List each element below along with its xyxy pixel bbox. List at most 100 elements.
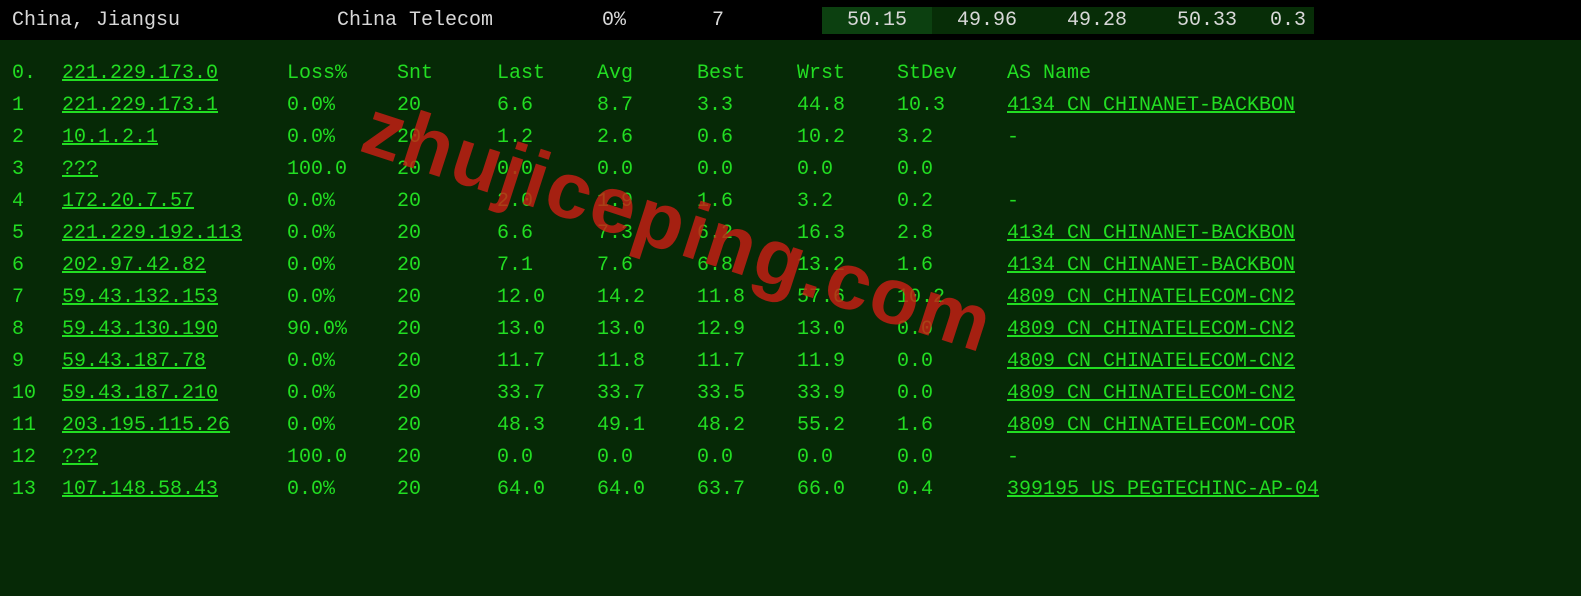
hop-stdev: 10.3 <box>897 90 1007 122</box>
traceroute-content: 0. 221.229.173.0 Loss% Snt Last Avg Best… <box>0 40 1581 518</box>
hop-loss: 0.0% <box>287 474 397 506</box>
hop-wrst: 13.0 <box>797 314 897 346</box>
hop-best: 12.9 <box>697 314 797 346</box>
hop-row: 13107.148.58.430.0%2064.064.063.766.00.4… <box>12 474 1569 506</box>
hop-row: 959.43.187.780.0%2011.711.811.711.90.048… <box>12 346 1569 378</box>
hop-row: 3???100.0200.00.00.00.00.0 <box>12 154 1569 186</box>
hop-ip[interactable]: 203.195.115.26 <box>62 410 287 442</box>
hop-best: 6.8 <box>697 250 797 282</box>
hop-avg: 1.9 <box>597 186 697 218</box>
hop-last: 2.0 <box>497 186 597 218</box>
hop-avg: 33.7 <box>597 378 697 410</box>
hop-snt: 20 <box>397 314 497 346</box>
hop-wrst: 57.6 <box>797 282 897 314</box>
header-snt: Snt <box>397 58 497 90</box>
hop-number: 6 <box>12 250 62 282</box>
hop-ip[interactable]: 59.43.187.78 <box>62 346 287 378</box>
top-ping-tail: 0.3 <box>1262 7 1314 34</box>
hop-best: 63.7 <box>697 474 797 506</box>
as-name: - <box>1007 446 1019 469</box>
hop-loss: 0.0% <box>287 122 397 154</box>
hop-snt: 20 <box>397 122 497 154</box>
top-status-bar: China, Jiangsu China Telecom 0% 7 50.15 … <box>0 0 1581 40</box>
hop-last: 7.1 <box>497 250 597 282</box>
hop-ip[interactable]: 172.20.7.57 <box>62 186 287 218</box>
hop-avg: 64.0 <box>597 474 697 506</box>
hop-last: 0.0 <box>497 154 597 186</box>
hop-stdev: 10.2 <box>897 282 1007 314</box>
hop-wrst: 13.2 <box>797 250 897 282</box>
hop-ip[interactable]: 221.229.173.1 <box>62 90 287 122</box>
hop-ip[interactable]: ??? <box>62 442 287 474</box>
hop-number: 5 <box>12 218 62 250</box>
hop-as: 4809 CN CHINATELECOM-CN2 <box>1007 378 1569 410</box>
hop-number: 1 <box>12 90 62 122</box>
hop-ip[interactable]: 59.43.130.190 <box>62 314 287 346</box>
hop-loss: 0.0% <box>287 218 397 250</box>
hop-number: 11 <box>12 410 62 442</box>
hop-snt: 20 <box>397 154 497 186</box>
top-ping-1: 50.15 <box>822 7 932 34</box>
as-name: 4809 CN CHINATELECOM-COR <box>1007 414 1295 437</box>
hop-avg: 7.6 <box>597 250 697 282</box>
hop-best: 1.6 <box>697 186 797 218</box>
hop-number: 8 <box>12 314 62 346</box>
hop-number: 12 <box>12 442 62 474</box>
header-ip: 221.229.173.0 <box>62 58 287 90</box>
hop-stdev: 0.2 <box>897 186 1007 218</box>
hop-ip[interactable]: 59.43.187.210 <box>62 378 287 410</box>
hop-stdev: 0.0 <box>897 378 1007 410</box>
hop-number: 3 <box>12 154 62 186</box>
hop-ip[interactable]: 221.229.192.113 <box>62 218 287 250</box>
hop-as: - <box>1007 122 1569 154</box>
hop-number: 10 <box>12 378 62 410</box>
hop-best: 11.7 <box>697 346 797 378</box>
hop-loss: 0.0% <box>287 250 397 282</box>
hop-row: 11203.195.115.260.0%2048.349.148.255.21.… <box>12 410 1569 442</box>
hop-best: 11.8 <box>697 282 797 314</box>
hop-as: - <box>1007 442 1569 474</box>
hop-last: 11.7 <box>497 346 597 378</box>
hop-stdev: 0.0 <box>897 346 1007 378</box>
hop-snt: 20 <box>397 186 497 218</box>
hop-number: 7 <box>12 282 62 314</box>
hop-best: 0.0 <box>697 154 797 186</box>
top-count-value: 7 <box>712 9 822 32</box>
hop-snt: 20 <box>397 474 497 506</box>
hop-wrst: 0.0 <box>797 154 897 186</box>
hop-wrst: 10.2 <box>797 122 897 154</box>
hop-last: 6.6 <box>497 218 597 250</box>
header-as: AS Name <box>1007 58 1569 90</box>
header-row: 0. 221.229.173.0 Loss% Snt Last Avg Best… <box>12 58 1569 90</box>
hop-last: 64.0 <box>497 474 597 506</box>
hop-number: 9 <box>12 346 62 378</box>
top-ping-group: 50.15 49.96 49.28 50.33 0.3 <box>822 7 1314 34</box>
hop-ip[interactable]: ??? <box>62 154 287 186</box>
hop-snt: 20 <box>397 250 497 282</box>
hop-ip[interactable]: 10.1.2.1 <box>62 122 287 154</box>
hop-row: 210.1.2.10.0%201.22.60.610.23.2- <box>12 122 1569 154</box>
hop-ip[interactable]: 107.148.58.43 <box>62 474 287 506</box>
hop-best: 6.2 <box>697 218 797 250</box>
hop-ip[interactable]: 59.43.132.153 <box>62 282 287 314</box>
hop-as: 4809 CN CHINATELECOM-CN2 <box>1007 282 1569 314</box>
as-name: 4134 CN CHINANET-BACKBON <box>1007 222 1295 245</box>
hop-as: 4809 CN CHINATELECOM-COR <box>1007 410 1569 442</box>
hop-loss: 100.0 <box>287 442 397 474</box>
hop-wrst: 16.3 <box>797 218 897 250</box>
hop-stdev: 0.0 <box>897 314 1007 346</box>
as-name: 4809 CN CHINATELECOM-CN2 <box>1007 318 1295 341</box>
hop-best: 33.5 <box>697 378 797 410</box>
hop-wrst: 11.9 <box>797 346 897 378</box>
header-loss: Loss% <box>287 58 397 90</box>
as-name: 399195 US PEGTECHINC-AP-04 <box>1007 478 1319 501</box>
hop-avg: 49.1 <box>597 410 697 442</box>
hop-avg: 2.6 <box>597 122 697 154</box>
header-best: Best <box>697 58 797 90</box>
as-name: 4809 CN CHINATELECOM-CN2 <box>1007 350 1295 373</box>
hop-row: 1221.229.173.10.0%206.68.73.344.810.3413… <box>12 90 1569 122</box>
hop-last: 1.2 <box>497 122 597 154</box>
hop-ip[interactable]: 202.97.42.82 <box>62 250 287 282</box>
hop-number: 4 <box>12 186 62 218</box>
hop-stdev: 0.0 <box>897 154 1007 186</box>
